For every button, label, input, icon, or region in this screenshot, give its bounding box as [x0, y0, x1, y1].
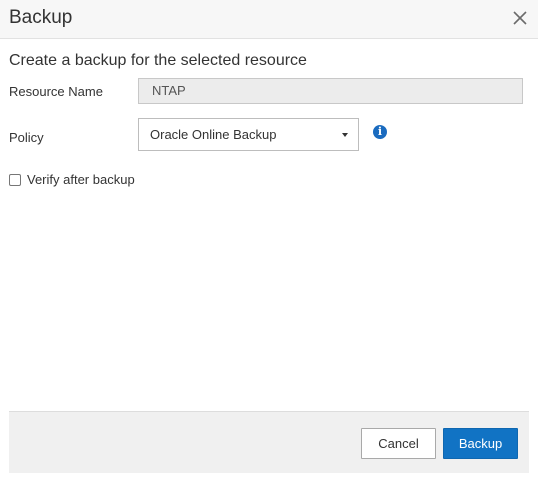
verify-label[interactable]: Verify after backup [27, 172, 135, 187]
backup-dialog: Backup Create a backup for the selected … [0, 0, 538, 479]
info-icon[interactable]: i [373, 125, 387, 139]
close-icon[interactable] [510, 8, 530, 28]
dialog-footer: Cancel Backup [9, 411, 529, 473]
resource-name-field: NTAP [138, 78, 523, 104]
policy-select[interactable]: Oracle Online Backup [138, 118, 359, 151]
policy-label: Policy [9, 130, 44, 145]
resource-name-label: Resource Name [9, 84, 103, 99]
dialog-subtitle: Create a backup for the selected resourc… [9, 52, 307, 69]
chevron-down-icon [342, 133, 348, 137]
backup-button[interactable]: Backup [443, 428, 518, 459]
cancel-button[interactable]: Cancel [361, 428, 436, 459]
verify-checkbox[interactable] [9, 174, 21, 186]
policy-selected-value: Oracle Online Backup [150, 127, 277, 142]
dialog-title: Backup [9, 7, 73, 28]
dialog-header: Backup [0, 0, 538, 39]
